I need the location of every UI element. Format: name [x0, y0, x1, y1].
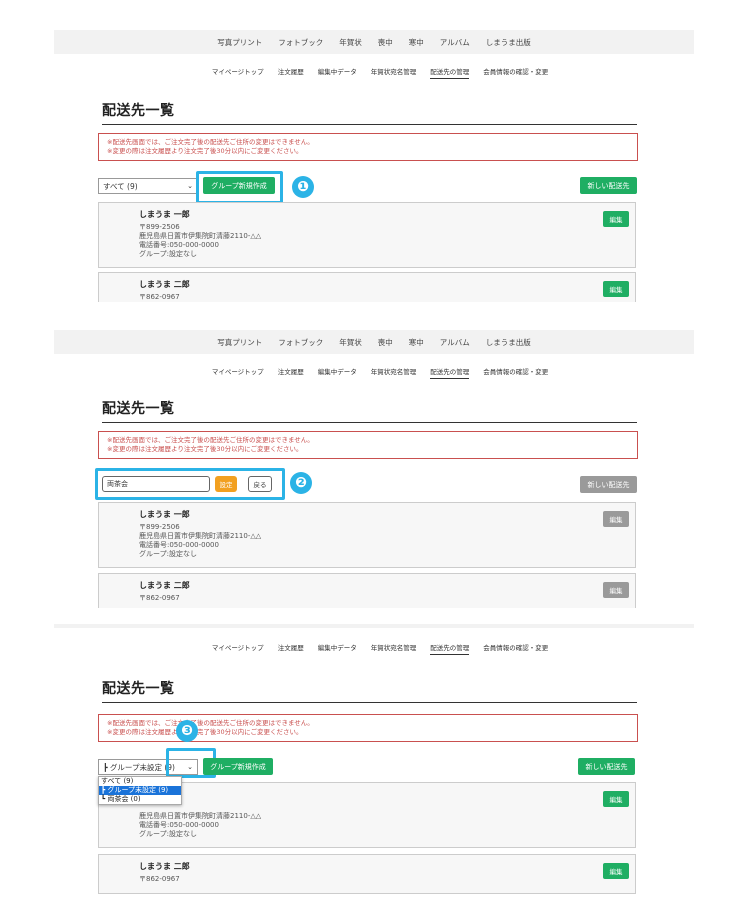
top-nav-item[interactable]: しまうま出版 [480, 34, 537, 51]
edit-button[interactable]: 編集 [603, 791, 629, 807]
edit-button-disabled[interactable]: 編集 [603, 511, 629, 527]
contact-name: しまうま 一郎 [139, 210, 190, 219]
sub-nav-item[interactable]: 注文履歴 [278, 642, 304, 654]
notice-line: ※配送先画面では、ご注文完了後の配送先ご住所の変更はできません。 [107, 436, 314, 444]
top-nav-item[interactable]: フォトブック [272, 334, 329, 351]
sub-nav-item[interactable]: 編集中データ [318, 366, 357, 378]
new-address-button[interactable]: 新しい配送先 [578, 758, 635, 775]
sub-nav-item[interactable]: 会員情報の確認・変更 [483, 366, 548, 378]
create-group-button[interactable]: グループ新規作成 [203, 758, 273, 775]
sub-nav-item[interactable]: 年賀状宛名管理 [371, 642, 417, 654]
group-select-value: すべて (9) [103, 181, 138, 191]
edit-button[interactable]: 編集 [603, 281, 629, 297]
contact-name: しまうま 一郎 [139, 510, 190, 519]
top-nav-item[interactable]: しまうま出版 [480, 334, 537, 351]
contact-postal: 〒862-0967 [139, 875, 180, 883]
sub-nav: マイページトップ 注文履歴 編集中データ 年賀状宛名管理 配送先の管理 会員情報… [170, 364, 590, 380]
sub-nav-item[interactable]: 会員情報の確認・変更 [483, 66, 548, 78]
notice-box: ※配送先画面では、ご注文完了後の配送先ご住所の変更はできません。 ※変更の際は注… [98, 431, 638, 459]
group-dropdown-list: すべて (9) ┣ グループ未設定 (9) ┗ 両茶会 (0) [98, 776, 182, 805]
sub-nav-item[interactable]: 年賀状宛名管理 [371, 366, 417, 378]
sub-nav-item[interactable]: 会員情報の確認・変更 [483, 642, 548, 654]
notice-box: ※配送先画面では、ご注文完了後の配送先ご住所の変更はできません。 ※変更の際は注… [98, 133, 638, 161]
new-address-button[interactable]: 新しい配送先 [580, 177, 637, 194]
address-card: しまうま 二郎 〒862-0967 編集 [98, 272, 636, 302]
sub-nav-item[interactable]: 年賀状宛名管理 [371, 66, 417, 78]
address-card: しまうま 二郎 〒862-0967 編集 [98, 854, 636, 894]
step3-panel: マイページトップ 注文履歴 編集中データ 年賀状宛名管理 配送先の管理 会員情報… [0, 624, 747, 910]
group-name-input[interactable]: 両茶会 [102, 476, 210, 492]
top-nav-item[interactable]: アルバム [434, 334, 476, 351]
sub-nav-item[interactable]: マイページトップ [212, 366, 264, 378]
dropdown-option[interactable]: ┗ 両茶会 (0) [99, 795, 181, 804]
page-title: 配送先一覧 [102, 678, 637, 703]
page-title: 配送先一覧 [102, 398, 637, 423]
sub-nav: マイページトップ 注文履歴 編集中データ 年賀状宛名管理 配送先の管理 会員情報… [170, 64, 590, 80]
top-nav-item[interactable]: 寒中 [403, 34, 430, 51]
group-select[interactable]: すべて (9) ⌄ [98, 178, 198, 194]
sub-nav-item[interactable]: 編集中データ [318, 642, 357, 654]
contact-group: グループ:設定なし [139, 830, 197, 838]
top-nav-item[interactable]: 喪中 [372, 34, 399, 51]
contact-postal: 〒862-0967 [139, 293, 180, 301]
set-button[interactable]: 設定 [215, 476, 237, 492]
sub-nav-item-active[interactable]: 配送先の管理 [430, 642, 470, 655]
top-nav-item[interactable]: アルバム [434, 34, 476, 51]
back-button[interactable]: 戻る [248, 476, 272, 492]
edit-button-disabled[interactable]: 編集 [603, 582, 629, 598]
sub-nav-item-active[interactable]: 配送先の管理 [430, 366, 470, 379]
top-nav-cropped [54, 624, 694, 628]
contact-name: しまうま 二郎 [139, 581, 190, 590]
step1-panel: 写真プリント フォトブック 年賀状 喪中 寒中 アルバム しまうま出版 マイペー… [0, 0, 747, 302]
dropdown-option-selected[interactable]: ┣ グループ未設定 (9) [99, 786, 181, 795]
sub-nav-item[interactable]: マイページトップ [212, 642, 264, 654]
address-card: しまうま 一郎 〒899-2506 鹿児島県日置市伊集院町清藤2110-△△ 電… [98, 202, 636, 268]
contact-group: グループ:設定なし [139, 550, 197, 558]
notice-line: ※変更の際は注文履歴より注文完了後30分以内にご変更ください。 [107, 445, 303, 453]
address-card: しまうま 一郎 〒899-2506 鹿児島県日置市伊集院町清藤2110-△△ 電… [98, 502, 636, 568]
new-address-button-disabled[interactable]: 新しい配送先 [580, 476, 637, 493]
contact-name: しまうま 二郎 [139, 280, 190, 289]
dropdown-option[interactable]: すべて (9) [99, 777, 181, 786]
top-nav-item[interactable]: 寒中 [403, 334, 430, 351]
group-select-value: ┣ グループ未設定 (9) [103, 762, 175, 772]
edit-button[interactable]: 編集 [603, 211, 629, 227]
sub-nav-item[interactable]: マイページトップ [212, 66, 264, 78]
top-nav: 写真プリント フォトブック 年賀状 喪中 寒中 アルバム しまうま出版 [54, 330, 694, 354]
top-nav-item[interactable]: 年賀状 [333, 34, 368, 51]
sub-nav-item[interactable]: 注文履歴 [278, 366, 304, 378]
step2-panel: 写真プリント フォトブック 年賀状 喪中 寒中 アルバム しまうま出版 マイペー… [0, 318, 747, 608]
page-title: 配送先一覧 [102, 100, 637, 125]
contact-postal: 〒862-0967 [139, 594, 180, 602]
contact-group: グループ:設定なし [139, 250, 197, 258]
step-badge-2: ❷ [290, 472, 312, 494]
step-badge-1: ❶ [292, 176, 314, 198]
edit-button[interactable]: 編集 [603, 863, 629, 879]
sub-nav-item[interactable]: 注文履歴 [278, 66, 304, 78]
top-nav-item[interactable]: フォトブック [272, 34, 329, 51]
address-card: しまうま 二郎 〒862-0967 編集 [98, 573, 636, 608]
top-nav-item[interactable]: 写真プリント [211, 34, 268, 51]
notice-line: ※変更の際は注文履歴より注文完了後30分以内にご変更ください。 [107, 147, 303, 155]
top-nav-item[interactable]: 写真プリント [211, 334, 268, 351]
top-nav: 写真プリント フォトブック 年賀状 喪中 寒中 アルバム しまうま出版 [54, 30, 694, 54]
top-nav-item[interactable]: 喪中 [372, 334, 399, 351]
sub-nav-item[interactable]: 編集中データ [318, 66, 357, 78]
top-nav-item[interactable]: 年賀状 [333, 334, 368, 351]
step-badge-3: ❸ [176, 720, 198, 742]
chevron-down-icon: ⌄ [187, 182, 193, 190]
contact-name: しまうま 二郎 [139, 862, 190, 871]
create-group-button[interactable]: グループ新規作成 [203, 177, 275, 194]
sub-nav: マイページトップ 注文履歴 編集中データ 年賀状宛名管理 配送先の管理 会員情報… [170, 640, 590, 656]
notice-line: ※配送先画面では、ご注文完了後の配送先ご住所の変更はできません。 [107, 138, 314, 146]
sub-nav-item-active[interactable]: 配送先の管理 [430, 66, 470, 79]
